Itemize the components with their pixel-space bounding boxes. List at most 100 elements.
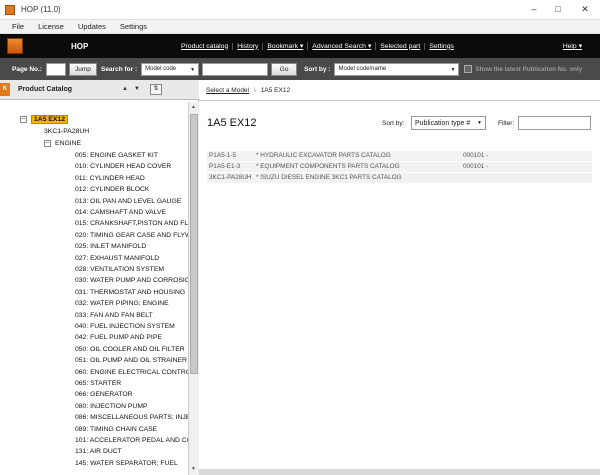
tree-item[interactable]: 089: TIMING CHAIN CASE [75,424,157,435]
close-icon[interactable]: ✕ [570,0,600,18]
tree-scrollbar[interactable]: ▲ ▼ [188,102,199,475]
tree-item[interactable]: 011: CYLINDER HEAD [75,173,145,184]
collapse-icon[interactable]: – [44,139,51,147]
sort-by-label: Sort by: [382,120,405,127]
tree-item[interactable]: 032: WATER PIPING; ENGINE [75,298,169,309]
arrow-down-icon[interactable]: ▼ [134,86,140,92]
search-bar: Page No.: Jump Search for : Model code ▼… [0,58,600,80]
list-item[interactable]: 3KC1-PA28UH * ISUZU DIESEL ENGINE 3KC1 P… [207,173,592,183]
tree-node-label: ENGINE [55,140,82,147]
publication-sort-select[interactable]: Publication type # ▼ [411,116,486,130]
tree-item[interactable]: 060: ENGINE ELECTRICAL CONTRO [75,367,188,378]
catalog-tree: –1A5 EX12 3KC1-PA28UH – ENGINE 005: ENGIN… [0,102,188,475]
publication-code: P1A5-1-5 [209,152,236,159]
latest-only-checkbox[interactable] [464,65,473,73]
publication-serial: 000101 - [463,152,489,159]
brand-name: HOP [71,41,89,51]
tree-item[interactable]: 080: INJECTION PUMP [75,401,148,412]
breadcrumb-separator: \ [254,86,256,94]
help-menu[interactable]: Help ▾ [563,34,582,58]
arrow-up-icon[interactable]: ▲ [122,86,128,92]
app-icon [5,4,15,15]
window-title: HOP (11.0) [21,5,61,14]
bottom-scrollbar[interactable] [199,469,600,475]
nav-settings[interactable]: Settings [425,43,458,50]
menu-license[interactable]: License [38,22,64,31]
hop-logo [7,38,23,54]
menu-file[interactable]: File [12,22,24,31]
breadcrumb-select-model[interactable]: Select a Model [206,87,249,94]
tree-item[interactable]: 101: ACCELERATOR PEDAL AND CC [75,435,188,446]
publication-sort-value: Publication type # [415,119,471,127]
chevron-down-icon: ▼ [450,66,456,73]
breadcrumb-current: 1A5 EX12 [260,86,291,94]
nav-history[interactable]: History [233,42,264,50]
menu-settings[interactable]: Settings [120,22,147,31]
jump-button[interactable]: Jump [68,62,97,76]
sort-by-label: Sort by : [304,65,331,73]
tree-item[interactable]: 040: FUEL INJECTION SYSTEM [75,321,175,332]
tree-item[interactable]: 051: OIL PUMP AND OIL STRAINER [75,355,187,366]
tree-item[interactable]: 050: OIL COOLER AND OIL FILTER [75,344,185,355]
tree-item[interactable]: 020: TIMING GEAR CASE AND FLYW [75,230,188,241]
tree-item[interactable]: 028: VENTILATION SYSTEM [75,264,164,275]
tree-node-root[interactable]: –1A5 EX12 [20,114,68,125]
minimize-icon[interactable]: – [522,0,546,18]
publication-serial: 000101 - [463,163,489,170]
publication-list: P1A5-1-5 * HYDRAULIC EXCAVATOR PARTS CAT… [207,151,592,184]
window-controls: – □ ✕ [522,0,600,18]
chevron-down-icon: ▼ [477,120,482,126]
sort-select[interactable]: Model code/name ▼ [334,62,460,76]
nav-links: Product catalog History Bookmark ▾ Advan… [177,34,458,58]
tree-item[interactable]: 065: STARTER [75,378,121,389]
publication-title: * HYDRAULIC EXCAVATOR PARTS CATALOG [256,152,391,159]
side-tab[interactable]: K [0,83,10,96]
page-no-label: Page No.: [12,65,42,73]
scroll-down-icon[interactable]: ▼ [191,466,196,472]
app-header: HOP Product catalog History Bookmark ▾ A… [0,34,600,58]
tree-item[interactable]: 131: AIR DUCT [75,446,122,457]
page-no-input[interactable] [45,62,66,76]
menu-updates[interactable]: Updates [78,22,106,31]
maximize-icon[interactable]: □ [546,0,570,18]
publication-title: * ISUZU DIESEL ENGINE 3KC1 PARTS CATALOG [256,174,402,181]
sort-icon[interactable]: ⇅ [150,84,162,95]
tree-node-group[interactable]: – ENGINE [44,138,81,149]
nav-bookmark[interactable]: Bookmark ▾ [263,42,309,50]
tree-node-label: 1A5 EX12 [31,115,68,124]
scroll-up-icon[interactable]: ▲ [191,104,196,110]
tree-item[interactable]: 042: FUEL PUMP AND PIPE [75,332,162,343]
go-button[interactable]: Go [271,62,298,76]
tree-item[interactable]: 005: ENGINE GASKET KIT [75,150,158,161]
tree-node-child[interactable]: 3KC1-PA28UH [44,126,89,137]
tree-item[interactable]: 086: MISCELLANEOUS PARTS; INJE [75,412,188,423]
tree-item[interactable]: 012: CYLINDER BLOCK [75,184,149,195]
tree-item[interactable]: 031: THERMOSTAT AND HOUSING [75,287,185,298]
chevron-down-icon: ▼ [190,66,196,73]
tree-item[interactable]: 027: EXHAUST MANIFOLD [75,253,159,264]
publication-title: * EQUIPMENT COMPONENTS PARTS CATALOG [256,163,400,170]
title-bar: HOP (11.0) – □ ✕ [0,0,600,20]
tree-item[interactable]: 030: WATER PUMP AND CORROSIC [75,275,188,286]
search-field-select[interactable]: Model code ▼ [141,62,200,76]
search-input[interactable] [202,62,269,76]
tree-item[interactable]: 013: OIL PAN AND LEVEL GAUGE [75,196,181,207]
list-item[interactable]: P1A5-1-5 * HYDRAULIC EXCAVATOR PARTS CAT… [207,151,592,161]
filter-input[interactable] [518,116,591,130]
nav-product-catalog[interactable]: Product catalog [177,42,234,50]
publication-code: 3KC1-PA28UH [209,174,252,181]
collapse-icon[interactable]: – [20,115,27,123]
panel-title: Product Catalog [18,86,73,93]
tree-item[interactable]: 010: CYLINDER HEAD COVER [75,161,171,172]
tree-item[interactable]: 015: CRANKSHAFT,PISTON AND FLY [75,218,188,229]
nav-advanced-search[interactable]: Advanced Search ▾ [308,42,377,50]
list-item[interactable]: P1A5-E1-3 * EQUIPMENT COMPONENTS PARTS C… [207,162,592,172]
tree-item[interactable]: 145: WATER SEPARATOR; FUEL [75,458,178,469]
tree-item[interactable]: 025: INLET MANIFOLD [75,241,146,252]
tree-item[interactable]: 066: GENERATOR [75,389,133,400]
tree-item[interactable]: 033: FAN AND FAN BELT [75,310,153,321]
latest-only-label: Show the latest Publication No. only [475,65,583,73]
nav-selected-part[interactable]: Selected part [376,42,426,50]
scrollbar-thumb[interactable] [190,114,198,374]
tree-item[interactable]: 014: CAMSHAFT AND VALVE [75,207,166,218]
